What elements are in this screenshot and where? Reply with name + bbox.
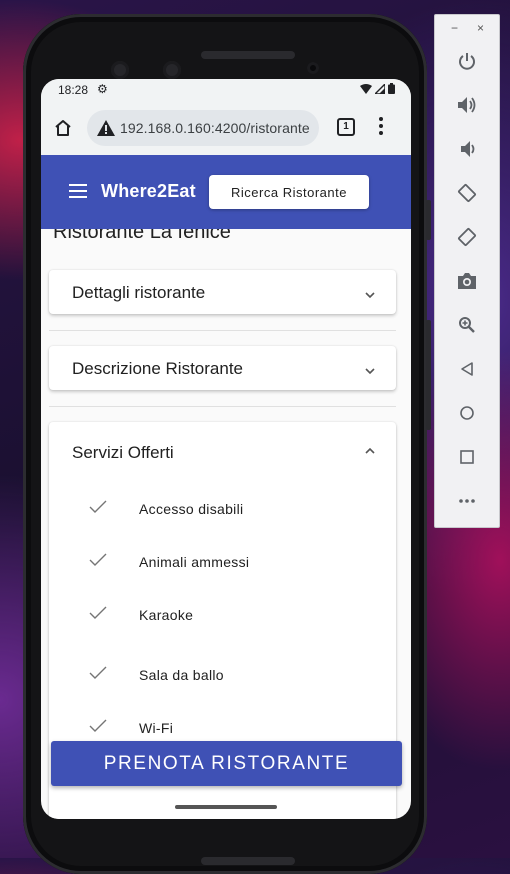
rotate-left-icon[interactable]: [455, 181, 479, 205]
proximity-sensor: [307, 62, 319, 74]
list-item: Wi-Fi: [49, 713, 396, 743]
service-label: Karaoke: [139, 607, 194, 623]
home-icon[interactable]: [53, 118, 73, 138]
status-time: 18:28: [58, 83, 89, 97]
close-button[interactable]: ×: [477, 21, 484, 35]
list-item: Sala da ballo: [49, 660, 396, 690]
overview-icon[interactable]: [455, 445, 479, 469]
service-label: Sala da ballo: [139, 667, 224, 683]
list-item: Karaoke: [49, 600, 396, 630]
service-label: Animali ammessi: [139, 554, 250, 570]
list-item: Accesso disabili: [49, 494, 396, 524]
back-icon[interactable]: [455, 357, 479, 381]
chevron-up-icon[interactable]: [364, 445, 376, 457]
browser-menu-icon[interactable]: [378, 117, 384, 139]
check-icon: [89, 666, 107, 679]
side-button-volume: [426, 320, 431, 430]
front-camera: [111, 61, 129, 79]
power-icon[interactable]: [455, 49, 479, 73]
panel-title: Descrizione Ristorante: [72, 359, 244, 378]
chevron-down-icon: [365, 292, 375, 299]
device-screen: 18:28 ⚙ 192.168.0.160:4200/ristorante 1 …: [41, 79, 411, 819]
battery-icon: [388, 83, 395, 94]
minimize-button[interactable]: −: [451, 21, 458, 35]
wifi-icon: [360, 83, 372, 94]
chevron-down-icon: [365, 368, 375, 375]
bottom-speaker: [201, 857, 295, 865]
divider: [49, 406, 396, 407]
gesture-bar[interactable]: [175, 805, 277, 809]
camera-icon[interactable]: [455, 269, 479, 293]
search-restaurant-button[interactable]: Ricerca Ristorante: [209, 175, 369, 209]
panel-title: Dettagli ristorante: [72, 283, 206, 302]
panel-title[interactable]: Servizi Offerti: [72, 443, 174, 463]
check-icon: [89, 553, 107, 566]
side-button-power: [426, 200, 431, 240]
address-bar[interactable]: 192.168.0.160:4200/ristorante: [87, 110, 319, 146]
panel-dettagli-ristorante[interactable]: Dettagli ristorante: [49, 270, 396, 314]
list-item: Animali ammessi: [49, 547, 396, 577]
volume-down-icon[interactable]: [455, 137, 479, 161]
check-icon: [89, 606, 107, 619]
warning-icon[interactable]: [97, 120, 115, 136]
more-icon[interactable]: [455, 489, 479, 513]
service-label: Accesso disabili: [139, 501, 244, 517]
rotate-right-icon[interactable]: [455, 225, 479, 249]
status-bar: 18:28 ⚙: [41, 79, 411, 101]
panel-descrizione-ristorante[interactable]: Descrizione Ristorante: [49, 346, 396, 390]
service-label: Wi-Fi: [139, 720, 174, 736]
browser-toolbar: 192.168.0.160:4200/ristorante 1: [41, 101, 411, 155]
book-restaurant-button[interactable]: PRENOTA RISTORANTE: [51, 741, 402, 786]
main-content: Ristorante La fenice Dettagli ristorante…: [41, 229, 411, 819]
emulator-toolbar: − ×: [434, 14, 500, 528]
earpiece: [201, 51, 295, 59]
url-text: 192.168.0.160:4200/ristorante: [120, 120, 310, 136]
home-icon[interactable]: [455, 401, 479, 425]
tab-switcher-button[interactable]: 1: [337, 118, 355, 136]
zoom-icon[interactable]: [455, 313, 479, 337]
volume-up-icon[interactable]: [455, 93, 479, 117]
front-sensor: [163, 61, 181, 79]
menu-icon[interactable]: [69, 184, 87, 198]
check-icon: [89, 500, 107, 513]
check-icon: [89, 719, 107, 732]
settings-icon: ⚙: [97, 82, 108, 96]
app-brand[interactable]: Where2Eat: [101, 181, 196, 202]
signal-icon: [375, 83, 385, 94]
divider: [49, 330, 396, 331]
restaurant-title: Ristorante La fenice: [53, 229, 231, 243]
app-toolbar: Where2Eat Ricerca Ristorante: [41, 155, 411, 229]
